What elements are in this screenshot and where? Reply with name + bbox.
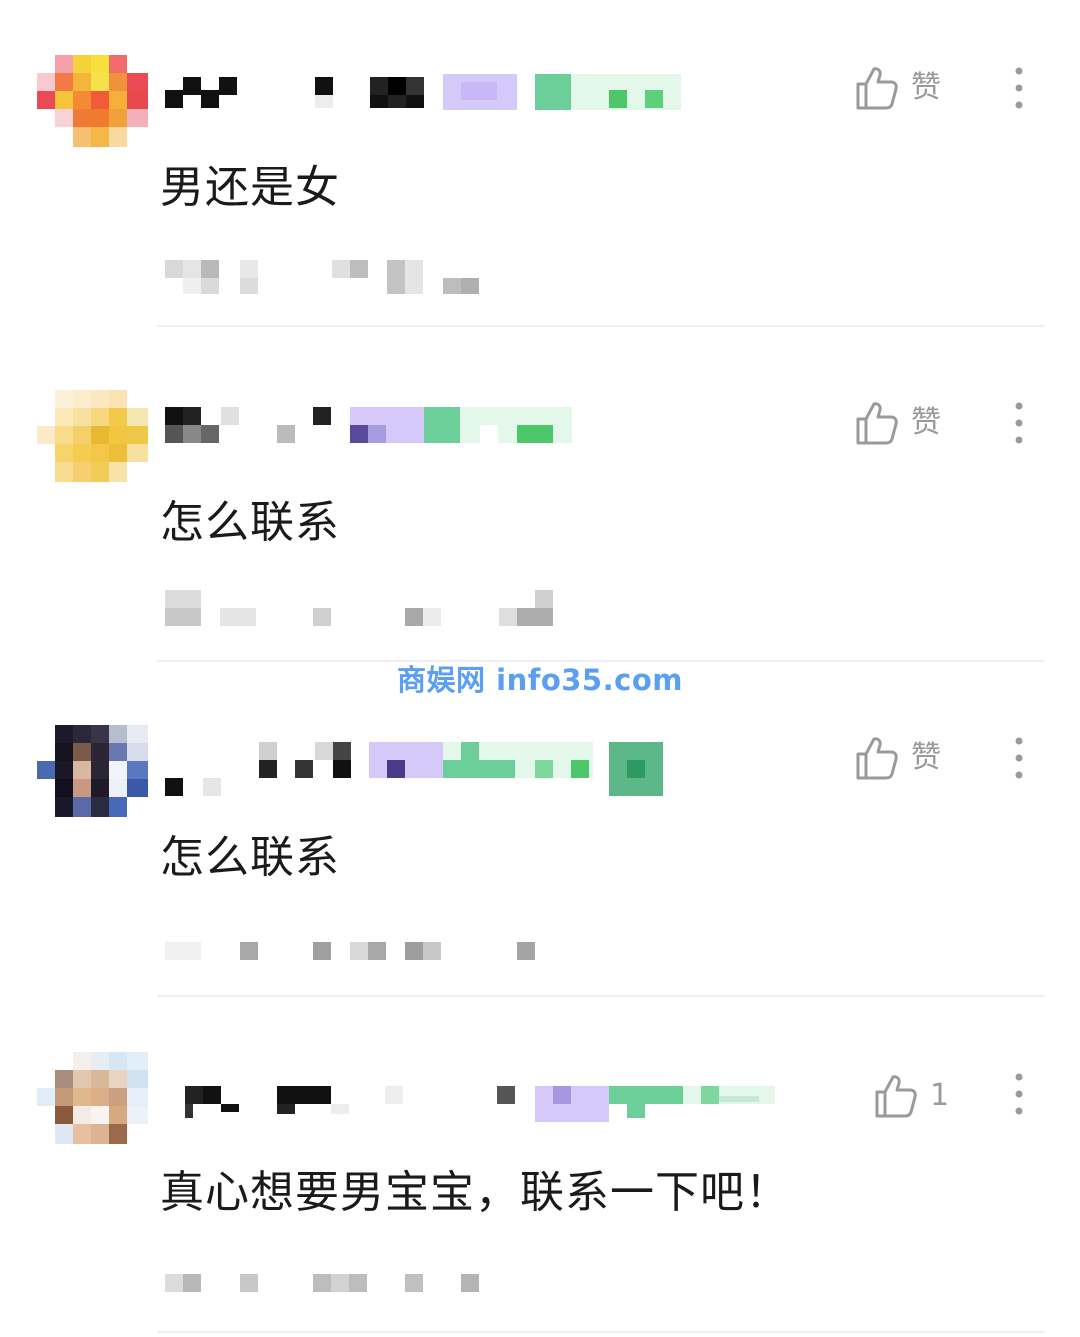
comment-text: 男还是女: [160, 162, 340, 213]
more-options-button[interactable]: [1006, 1070, 1032, 1118]
comment-meta-redacted: [165, 932, 585, 974]
comment-text: 怎么联系: [160, 497, 340, 548]
avatar-pixelated-image: [37, 55, 148, 147]
avatar-pixelated-image: [37, 390, 148, 482]
more-vertical-icon: [1015, 67, 1023, 109]
redaction-mosaic: [165, 1274, 479, 1292]
username-redacted[interactable]: [165, 72, 695, 112]
redaction-mosaic: [165, 74, 681, 110]
username-redacted[interactable]: [185, 1082, 775, 1122]
avatar-pixelated-image: [37, 725, 148, 817]
divider: [157, 995, 1044, 997]
like-label: 赞: [911, 740, 941, 775]
comment-item: 怎么联系 赞: [0, 670, 1080, 1005]
like-button[interactable]: 赞: [855, 397, 941, 449]
more-vertical-icon: [1015, 402, 1023, 444]
like-button[interactable]: 1: [874, 1070, 949, 1122]
thumbs-up-icon: [875, 1075, 917, 1118]
thumbs-up-icon: [856, 67, 898, 110]
comment-list: 男还是女 赞 怎么联系 赞 怎么联系 赞 真心想要男宝宝，联系一下吧！ 1 商娱…: [0, 0, 1080, 1337]
like-label: 赞: [911, 405, 941, 440]
more-vertical-icon: [1015, 737, 1023, 779]
comment-meta-redacted: [165, 590, 585, 632]
like-button[interactable]: 赞: [855, 732, 941, 784]
divider: [157, 1331, 1044, 1333]
comment-item: 男还是女 赞: [0, 0, 1080, 335]
comment-meta-redacted: [165, 255, 585, 297]
redaction-mosaic: [165, 590, 553, 626]
comment-item: 真心想要男宝宝，联系一下吧！ 1: [0, 1002, 1080, 1337]
more-options-button[interactable]: [1006, 734, 1032, 782]
like-count: 1: [930, 1078, 950, 1113]
comment-text: 真心想要男宝宝，联系一下吧！: [160, 1167, 790, 1218]
more-options-button[interactable]: [1006, 399, 1032, 447]
redaction-mosaic: [165, 407, 572, 443]
redaction-mosaic: [185, 1086, 775, 1122]
avatar[interactable]: [37, 1052, 148, 1144]
username-redacted[interactable]: [165, 407, 695, 447]
avatar[interactable]: [37, 725, 148, 817]
comment-meta-redacted: [165, 1264, 585, 1306]
thumbs-up-icon: [856, 402, 898, 445]
comment-text: 怎么联系: [160, 832, 340, 883]
redaction-mosaic: [165, 942, 535, 960]
redaction-mosaic: [165, 742, 663, 796]
more-vertical-icon: [1015, 1073, 1023, 1115]
comment-item: 怎么联系 赞: [0, 335, 1080, 670]
like-button[interactable]: 赞: [855, 62, 941, 114]
divider: [157, 325, 1044, 327]
redaction-mosaic: [165, 260, 479, 294]
thumbs-up-icon: [856, 737, 898, 780]
avatar[interactable]: [37, 55, 148, 147]
like-label: 赞: [911, 70, 941, 105]
username-redacted[interactable]: [165, 742, 695, 796]
watermark: 商娱网 info35.com: [397, 663, 683, 697]
avatar-pixelated-image: [37, 1052, 148, 1144]
more-options-button[interactable]: [1006, 64, 1032, 112]
avatar[interactable]: [37, 390, 148, 482]
